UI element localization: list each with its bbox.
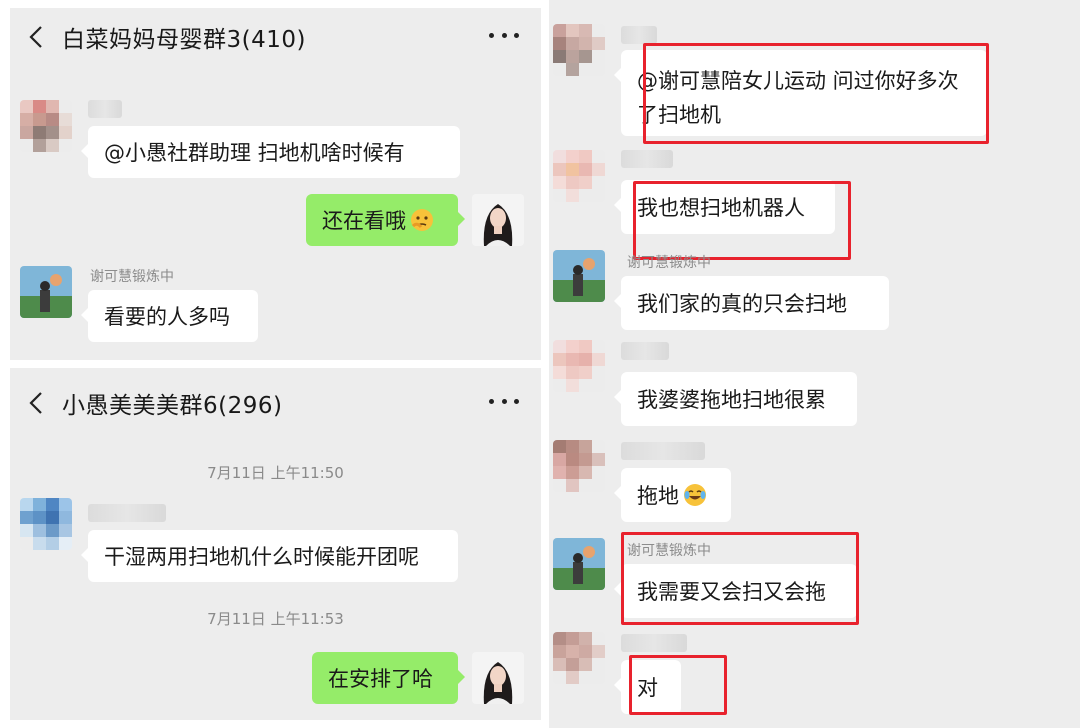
message-text: 我婆婆拖地扫地很累: [637, 388, 826, 412]
highlight-box: [629, 655, 727, 715]
highlight-box: [633, 181, 851, 260]
sender-name-blurred: [621, 342, 669, 360]
sender-name-blurred: [621, 150, 673, 168]
avatar[interactable]: [553, 340, 605, 392]
message-text: 我们家的真的只会扫地: [637, 292, 847, 316]
message-text: 在安排了哈: [328, 667, 433, 691]
back-icon[interactable]: [24, 391, 48, 415]
chat-screenshot-right: @谢可慧陪女儿运动 问过你好多次了扫地机 我也想扫地机器人 谢可慧锻炼中 我们家…: [549, 0, 1080, 728]
avatar[interactable]: [20, 498, 72, 550]
chat-title: 小愚美美美群6(296): [62, 393, 283, 419]
sender-name-blurred: [621, 634, 687, 652]
message-bubble[interactable]: 我们家的真的只会扫地: [614, 276, 889, 330]
highlight-box: [621, 532, 859, 625]
highlight-box: [643, 43, 989, 144]
message-bubble-self[interactable]: 在安排了哈: [312, 652, 465, 704]
chat-screenshot-top: 白菜妈妈母婴群3(410) @小愚社群助理 扫地机啥时候有 还在看哦 谢可慧锻炼…: [10, 8, 541, 360]
laugh-cry-emoji-icon: [683, 483, 707, 507]
avatar[interactable]: [553, 632, 605, 684]
sender-name-blurred: [88, 504, 166, 522]
timestamp: 7月11日 上午11:53: [207, 610, 344, 628]
message-bubble[interactable]: 看要的人多吗: [81, 290, 258, 342]
chat-title: 白菜妈妈母婴群3(410): [62, 27, 306, 53]
avatar[interactable]: [553, 440, 605, 492]
chat-header: 白菜妈妈母婴群3(410): [10, 8, 541, 66]
sender-name-blurred: [621, 442, 705, 460]
chat-screenshot-bottom: 小愚美美美群6(296) 7月11日 上午11:50 干湿两用扫地机什么时候能开…: [10, 368, 541, 720]
message-bubble[interactable]: 拖地: [614, 468, 731, 522]
sender-name: 谢可慧锻炼中: [627, 255, 711, 271]
more-icon[interactable]: [489, 394, 519, 408]
sender-name: 谢可慧锻炼中: [90, 269, 174, 285]
timestamp: 7月11日 上午11:50: [207, 464, 344, 482]
avatar[interactable]: [553, 538, 605, 590]
message-bubble[interactable]: 干湿两用扫地机什么时候能开团呢: [81, 530, 458, 582]
avatar[interactable]: [553, 250, 605, 302]
message-bubble-self[interactable]: 还在看哦: [306, 194, 465, 246]
message-bubble[interactable]: 我婆婆拖地扫地很累: [614, 372, 857, 426]
message-text: 还在看哦: [322, 209, 406, 233]
back-icon[interactable]: [24, 25, 48, 49]
more-icon[interactable]: [489, 28, 519, 42]
message-text: 干湿两用扫地机什么时候能开团呢: [104, 545, 419, 569]
avatar[interactable]: [20, 100, 72, 152]
sender-name-blurred: [88, 100, 122, 118]
avatar[interactable]: [553, 24, 605, 76]
thinking-emoji-icon: [410, 208, 434, 232]
avatar[interactable]: [553, 150, 605, 202]
message-text: 拖地: [637, 484, 679, 508]
chat-header: 小愚美美美群6(296): [10, 374, 541, 432]
avatar-self[interactable]: [472, 194, 524, 246]
avatar[interactable]: [20, 266, 72, 318]
sender-name-blurred: [621, 26, 657, 44]
message-text: @小愚社群助理 扫地机啥时候有: [104, 141, 405, 165]
message-bubble[interactable]: @小愚社群助理 扫地机啥时候有: [81, 126, 460, 178]
message-text: 看要的人多吗: [104, 305, 230, 329]
avatar-self[interactable]: [472, 652, 524, 704]
